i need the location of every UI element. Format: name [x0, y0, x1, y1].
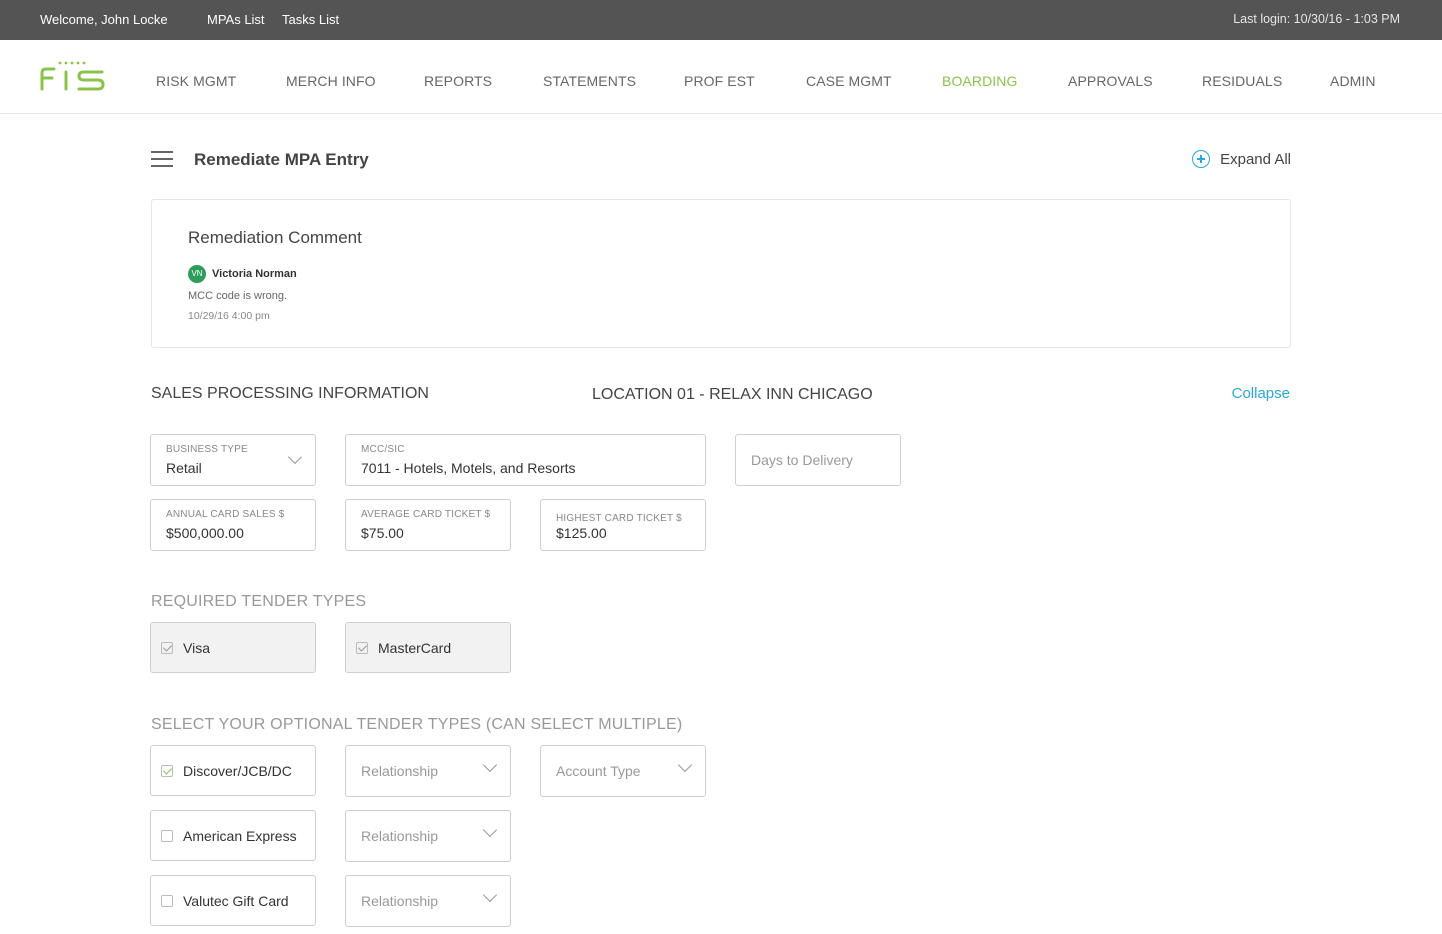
tender-label: Valutec Gift Card [183, 893, 289, 909]
checkbox-checked-icon [161, 642, 173, 654]
discover-account-type-select[interactable]: Account Type [540, 745, 706, 797]
nav-risk-mgmt[interactable]: RISK MGMT [156, 73, 236, 89]
business-type-select[interactable]: BUSINESS TYPE Retail [150, 434, 316, 486]
tasks-list-link[interactable]: Tasks List [282, 12, 339, 27]
fis-logo[interactable] [40, 60, 106, 92]
collapse-link[interactable]: Collapse [1232, 385, 1290, 402]
nav-approvals[interactable]: APPROVALS [1068, 73, 1153, 89]
annual-card-sales-value: $500,000.00 [166, 525, 244, 541]
mcc-sic-value: 7011 - Hotels, Motels, and Resorts [361, 460, 576, 476]
nav-merch-info[interactable]: MERCH INFO [286, 73, 376, 89]
nav-boarding[interactable]: BOARDING [942, 73, 1017, 89]
tender-label: Visa [183, 640, 210, 656]
tender-valutec-gift-card[interactable]: Valutec Gift Card [150, 875, 316, 926]
annual-card-sales-input[interactable]: ANNUAL CARD SALES $ $500,000.00 [150, 499, 316, 551]
average-card-ticket-label: AVERAGE CARD TICKET $ [361, 509, 491, 520]
valutec-relationship-select[interactable]: Relationship [345, 875, 511, 927]
expand-all-label: Expand All [1220, 150, 1291, 168]
nav-admin[interactable]: ADMIN [1330, 73, 1376, 89]
nav-statements[interactable]: STATEMENTS [543, 73, 636, 89]
checkbox-checked-icon [356, 642, 368, 654]
checkbox-unchecked-icon[interactable] [161, 895, 173, 907]
comment-title: Remediation Comment [188, 228, 362, 247]
chevron-down-icon [677, 757, 693, 773]
tender-visa: Visa [150, 622, 316, 673]
highest-card-ticket-value: $125.00 [556, 525, 607, 541]
tender-label: Discover/JCB/DC [183, 763, 292, 779]
days-to-delivery-input[interactable]: Days to Delivery [735, 434, 901, 486]
annual-card-sales-label: ANNUAL CARD SALES $ [166, 509, 285, 520]
mcc-sic-label: MCC/SIC [361, 444, 405, 455]
required-tender-title: REQUIRED TENDER TYPES [151, 593, 367, 610]
account-type-placeholder: Account Type [556, 763, 641, 779]
nav-residuals[interactable]: RESIDUALS [1202, 73, 1282, 89]
amex-relationship-select[interactable]: Relationship [345, 810, 511, 862]
plus-circle-icon [1192, 150, 1211, 168]
main-nav: RISK MGMT MERCH INFO REPORTS STATEMENTS … [0, 40, 1442, 114]
chevron-down-icon [482, 757, 498, 773]
chevron-down-icon [287, 449, 303, 465]
chevron-down-icon [482, 887, 498, 903]
location-title: LOCATION 01 - RELAX INN CHICAGO [592, 386, 873, 403]
tender-label: MasterCard [378, 640, 452, 656]
discover-relationship-select[interactable]: Relationship [345, 745, 511, 797]
tender-american-express[interactable]: American Express [150, 810, 316, 861]
optional-tender-title: SELECT YOUR OPTIONAL TENDER TYPES (CAN S… [151, 716, 683, 733]
business-type-label: BUSINESS TYPE [166, 444, 248, 455]
relationship-placeholder: Relationship [361, 893, 439, 909]
last-login-text: Last login: 10/30/16 - 1:03 PM [1233, 12, 1400, 26]
relationship-placeholder: Relationship [361, 763, 439, 779]
nav-case-mgmt[interactable]: CASE MGMT [806, 73, 892, 89]
business-type-value: Retail [166, 460, 202, 476]
relationship-placeholder: Relationship [361, 828, 439, 844]
top-bar: Welcome, John Locke MPAs List Tasks List… [0, 0, 1442, 40]
tender-discover[interactable]: Discover/JCB/DC [150, 745, 316, 796]
comment-author: Victoria Norman [212, 268, 297, 280]
chevron-down-icon [482, 822, 498, 838]
checkbox-checked-icon[interactable] [161, 765, 173, 777]
page-header: Remediate MPA Entry Expand All [151, 146, 1291, 176]
hamburger-menu-icon[interactable] [151, 151, 173, 167]
comment-text: MCC code is wrong. [188, 290, 288, 302]
average-card-ticket-value: $75.00 [361, 525, 404, 541]
avatar: VN [188, 265, 206, 283]
highest-card-ticket-label: HIGHEST CARD TICKET $ [556, 513, 682, 524]
checkbox-unchecked-icon[interactable] [161, 830, 173, 842]
expand-all-button[interactable]: Expand All [1192, 150, 1291, 168]
nav-prof-est[interactable]: PROF EST [684, 73, 755, 89]
page-title: Remediate MPA Entry [194, 150, 369, 169]
tender-label: American Express [183, 828, 297, 844]
remediation-comment-card: Remediation Comment VN Victoria Norman M… [151, 199, 1291, 348]
average-card-ticket-input[interactable]: AVERAGE CARD TICKET $ $75.00 [345, 499, 511, 551]
nav-reports[interactable]: REPORTS [424, 73, 492, 89]
tender-mastercard: MasterCard [345, 622, 511, 673]
section-title: SALES PROCESSING INFORMATION [151, 385, 429, 402]
mcc-sic-field[interactable]: MCC/SIC 7011 - Hotels, Motels, and Resor… [345, 434, 706, 486]
highest-card-ticket-input[interactable]: HIGHEST CARD TICKET $ $125.00 [540, 499, 706, 551]
comment-date: 10/29/16 4:00 pm [188, 310, 270, 322]
welcome-text: Welcome, John Locke [40, 12, 168, 27]
mpas-list-link[interactable]: MPAs List [207, 12, 265, 27]
days-to-delivery-placeholder: Days to Delivery [751, 452, 853, 468]
